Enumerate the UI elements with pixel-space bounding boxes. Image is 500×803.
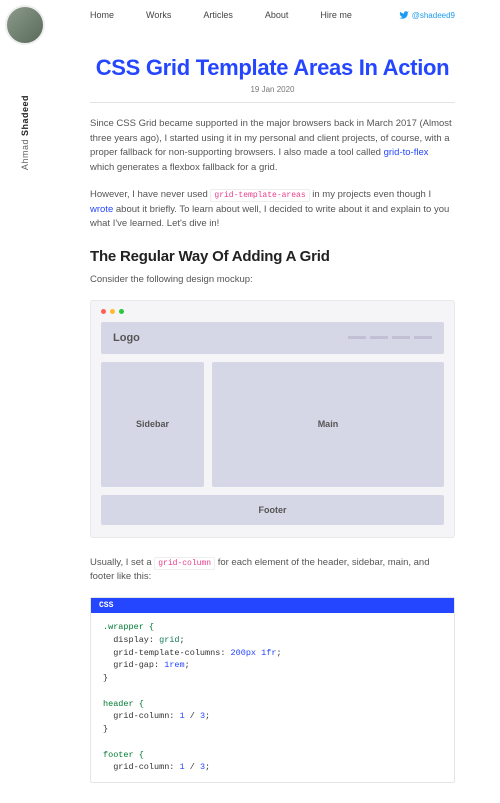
mockup-sidebar: Sidebar xyxy=(101,362,204,487)
window-dot-max-icon xyxy=(119,309,124,314)
nav-works[interactable]: Works xyxy=(146,10,171,20)
window-dots xyxy=(101,309,444,314)
mockup-header: Logo xyxy=(101,322,444,354)
mockup-nav-stub xyxy=(348,336,432,339)
nav-links: Home Works Articles About Hire me xyxy=(90,10,352,20)
author-first: Ahmad xyxy=(20,139,30,170)
nav-hire[interactable]: Hire me xyxy=(320,10,352,20)
paragraph-1: Since CSS Grid became supported in the m… xyxy=(90,117,455,176)
mockup-footer: Footer xyxy=(101,495,444,525)
nav-articles[interactable]: Articles xyxy=(203,10,233,20)
paragraph-3: Consider the following design mockup: xyxy=(90,273,455,288)
author-avatar xyxy=(5,5,45,45)
link-wrote[interactable]: wrote xyxy=(90,204,113,215)
mockup-main: Main xyxy=(212,362,444,487)
nav-about[interactable]: About xyxy=(265,10,289,20)
inline-code-gc: grid-column xyxy=(154,557,215,570)
twitter-link[interactable]: @shadeed9 xyxy=(399,10,455,20)
window-dot-min-icon xyxy=(110,309,115,314)
window-dot-close-icon xyxy=(101,309,106,314)
author-sidebar: Ahmad Shadeed xyxy=(0,0,50,803)
code-language-label: CSS xyxy=(91,598,454,613)
divider xyxy=(90,102,455,103)
mockup-body: Sidebar Main xyxy=(101,362,444,487)
design-mockup: Logo Sidebar Main Footer xyxy=(90,300,455,538)
twitter-icon xyxy=(399,10,409,20)
author-last: Shadeed xyxy=(20,95,30,136)
paragraph-4: Usually, I set a grid-column for each el… xyxy=(90,556,455,585)
author-name: Ahmad Shadeed xyxy=(20,95,30,170)
post-date: 19 Jan 2020 xyxy=(90,85,455,94)
twitter-handle: @shadeed9 xyxy=(412,11,455,20)
nav-home[interactable]: Home xyxy=(90,10,114,20)
link-grid-to-flex[interactable]: grid-to-flex xyxy=(384,147,429,158)
mockup-logo: Logo xyxy=(113,332,140,344)
main-content: Home Works Articles About Hire me @shade… xyxy=(50,0,500,803)
paragraph-2: However, I have never used grid-template… xyxy=(90,188,455,232)
top-nav: Home Works Articles About Hire me @shade… xyxy=(90,0,455,30)
css-code-block: CSS .wrapper { display: grid; grid-templ… xyxy=(90,597,455,783)
inline-code-gta: grid-template-areas xyxy=(210,189,309,202)
page-title: CSS Grid Template Areas In Action xyxy=(90,55,455,81)
section-heading: The Regular Way Of Adding A Grid xyxy=(90,248,455,265)
code-body: .wrapper { display: grid; grid-template-… xyxy=(91,613,454,782)
